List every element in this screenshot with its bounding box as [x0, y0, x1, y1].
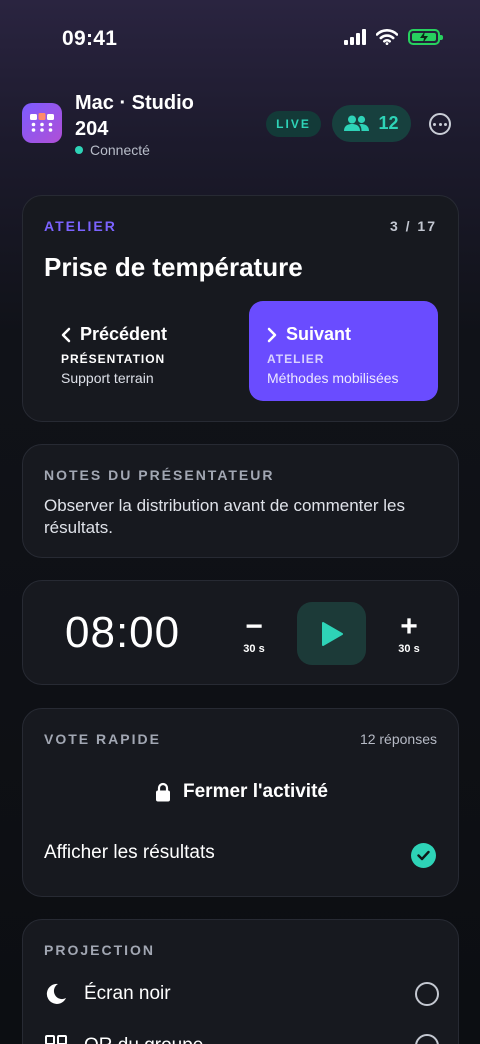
presenter-notes-card: NOTES DU PRÉSENTATEUR Observer la distri… — [22, 444, 459, 558]
moon-icon — [46, 983, 66, 1004]
timer-plus-button[interactable]: + 30 s — [389, 610, 429, 656]
more-options-icon[interactable] — [429, 113, 451, 135]
next-header: Suivant — [267, 324, 351, 345]
projection-option-qr[interactable]: QR du groupe — [44, 1031, 439, 1044]
people-icon — [344, 115, 370, 131]
cellular-signal-icon — [344, 29, 366, 45]
status-bar: 09:41 — [0, 0, 480, 80]
room-title: Mac · Studio 204 — [75, 92, 194, 140]
previous-name: Support terrain — [61, 370, 154, 386]
radio-button[interactable] — [415, 982, 439, 1006]
notes-text: Observer la distribution avant de commen… — [44, 496, 405, 537]
projection-label: PROJECTION — [44, 942, 156, 958]
lock-icon — [156, 782, 170, 802]
connection-status-label: Connecté — [90, 142, 150, 158]
participant-count: 12 — [378, 113, 399, 133]
timer-play-button[interactable] — [297, 602, 366, 665]
vote-response-count: 12 réponses — [359, 731, 437, 747]
app-header: Mac · Studio 204 Connecté LIVE 12 — [0, 88, 480, 168]
qr-icon — [45, 1035, 67, 1044]
projection-option-black-screen[interactable]: Écran noir — [44, 979, 439, 1009]
connection-status: Connecté — [75, 142, 150, 158]
connection-dot-icon — [75, 146, 83, 154]
status-icons — [344, 29, 443, 45]
activity-counter: 3 / 17 — [389, 218, 437, 234]
previous-header: Précédent — [61, 324, 167, 345]
wifi-icon — [376, 29, 398, 45]
previous-activity-button[interactable]: Précédent PRÉSENTATION Support terrain — [43, 301, 233, 401]
next-label: Suivant — [286, 324, 352, 344]
show-results-checkbox[interactable] — [411, 843, 436, 868]
activity-card: ATELIER 3 / 17 Prise de température Préc… — [22, 195, 459, 422]
participants-button[interactable]: 12 — [332, 105, 411, 142]
close-activity-button[interactable]: Fermer l'activité — [23, 776, 460, 808]
projection-option-label: QR du groupe — [84, 1035, 203, 1044]
activity-title: Prise de température — [44, 252, 303, 282]
minus-amount: 30 s — [243, 643, 265, 655]
chevron-left-icon — [61, 327, 71, 342]
projection-option-label: Écran noir — [84, 983, 171, 1004]
battery-icon — [408, 29, 443, 45]
radio-button[interactable] — [415, 1034, 439, 1044]
vote-label: VOTE RAPIDE — [44, 731, 161, 747]
quick-vote-card: VOTE RAPIDE 12 réponses Fermer l'activit… — [22, 708, 459, 897]
next-kind: ATELIER — [267, 352, 325, 366]
show-results-label: Afficher les résultats — [44, 842, 215, 863]
activity-type: ATELIER — [44, 218, 117, 234]
live-badge: LIVE — [266, 111, 321, 137]
play-icon — [321, 621, 343, 646]
timer-card: 08:00 − 30 s + 30 s — [22, 580, 459, 685]
chevron-right-icon — [267, 327, 277, 342]
timer-display: 08:00 — [65, 608, 181, 657]
timer-minus-button[interactable]: − 30 s — [234, 610, 274, 656]
close-activity-label: Fermer l'activité — [183, 781, 328, 802]
app-logo — [22, 103, 62, 143]
minus-icon: − — [245, 610, 263, 643]
status-time: 09:41 — [62, 27, 118, 50]
checkmark-icon — [417, 850, 430, 861]
notes-label: NOTES DU PRÉSENTATEUR — [44, 467, 275, 483]
next-name: Méthodes mobilisées — [267, 370, 399, 386]
plus-icon: + — [400, 610, 418, 643]
previous-kind: PRÉSENTATION — [61, 352, 166, 366]
plus-amount: 30 s — [398, 643, 420, 655]
previous-label: Précédent — [80, 324, 168, 344]
next-activity-button[interactable]: Suivant ATELIER Méthodes mobilisées — [249, 301, 438, 401]
projection-card: PROJECTION Écran noir QR du groupe — [22, 919, 459, 1044]
